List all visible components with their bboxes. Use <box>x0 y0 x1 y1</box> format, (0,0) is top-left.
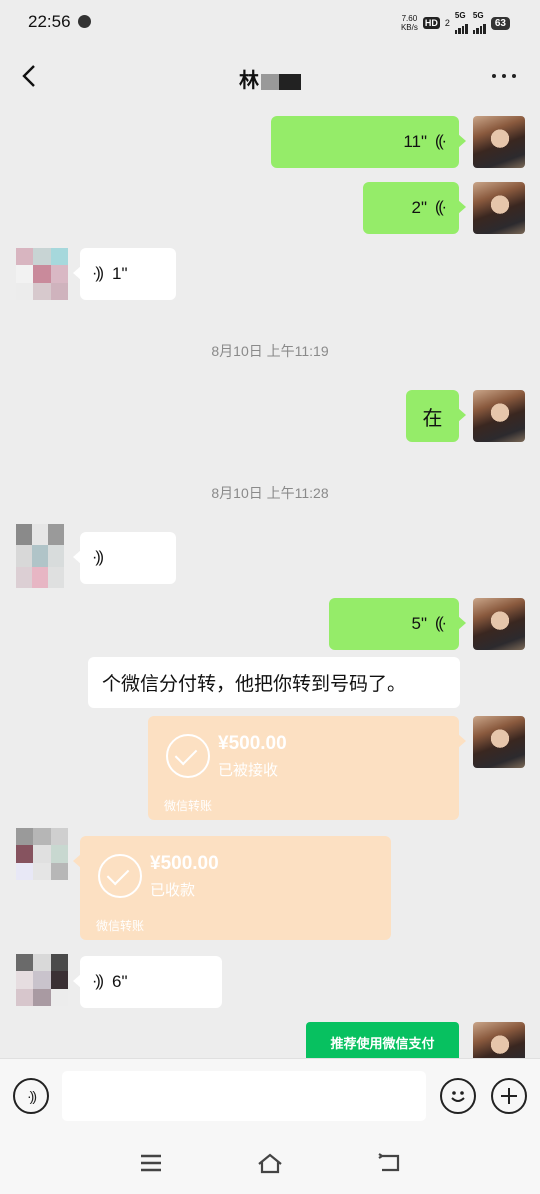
battery-icon: 63 <box>490 16 510 30</box>
avatar[interactable] <box>16 954 68 1006</box>
avatar[interactable] <box>473 1022 525 1058</box>
chat-area[interactable]: 11" ((· 2" ((· ·)) 1" 8月10日 上午11:19 在 8月… <box>0 108 540 1058</box>
system-nav-bar <box>0 1134 540 1194</box>
transfer-card-received[interactable]: ¥500.00 已收款 微信转账 <box>73 836 391 940</box>
voice-wave-icon: ·)) <box>92 265 104 282</box>
emoji-icon[interactable] <box>440 1078 476 1114</box>
voice-message-received[interactable]: ·)) 6" <box>73 956 222 1008</box>
more-horizontal-icon[interactable] <box>492 74 516 78</box>
avatar[interactable] <box>473 716 525 768</box>
voice-message-received[interactable]: ·)) <box>73 532 176 584</box>
voice-wave-icon: ((· <box>435 199 447 216</box>
page-title: 林 <box>0 64 540 93</box>
voice-message-sent[interactable]: 11" ((· <box>271 116 466 168</box>
voice-wave-icon: ((· <box>435 615 447 632</box>
avatar[interactable] <box>16 524 64 588</box>
name-mosaic <box>261 73 301 90</box>
home-icon[interactable] <box>256 1150 284 1176</box>
network-speed: 7.60 KB/s <box>400 14 418 32</box>
transfer-status: 已收款 <box>150 882 196 899</box>
avatar[interactable] <box>473 598 525 650</box>
text-message-sent[interactable]: 在 <box>406 390 466 442</box>
signal-icon <box>454 20 468 34</box>
menu-icon[interactable] <box>137 1150 165 1176</box>
voice-wave-icon: ·)) <box>92 549 104 566</box>
transfer-amount: ¥500.00 <box>218 733 287 754</box>
status-time: 22:56 <box>28 12 71 31</box>
hd-icon: HD <box>422 17 440 29</box>
signal-1: 5G <box>454 12 468 34</box>
avatar[interactable] <box>473 182 525 234</box>
status-indicators: 7.60 KB/s HD 2 5G 5G 63 <box>401 12 510 34</box>
timestamp: 8月10日 上午11:28 <box>211 485 329 501</box>
signal-icon <box>472 20 486 34</box>
hd-sub: 2 <box>444 18 450 28</box>
voice-wave-icon: ·)) <box>92 973 104 990</box>
plus-icon[interactable] <box>491 1078 527 1114</box>
signal-2: 5G <box>472 12 486 34</box>
back-nav-icon[interactable] <box>376 1150 404 1176</box>
voice-message-sent[interactable]: 5" ((· <box>329 598 466 650</box>
input-bar: ·)) <box>0 1058 540 1134</box>
avatar[interactable] <box>473 390 525 442</box>
voice-message-received[interactable]: ·)) 1" <box>73 248 176 300</box>
check-circle-icon <box>98 854 142 898</box>
voice-wave-icon: ((· <box>435 133 447 150</box>
emoji-face-icon <box>451 1091 465 1102</box>
avatar[interactable] <box>16 248 68 300</box>
notification-icon <box>78 15 91 28</box>
chat-header: 林 <box>0 44 540 108</box>
avatar[interactable] <box>16 828 68 880</box>
message-input[interactable] <box>62 1071 426 1121</box>
check-circle-icon <box>166 734 210 778</box>
transfer-status: 已被接收 <box>218 762 279 779</box>
transfer-card-sent[interactable]: ¥500.00 已被接收 微信转账 <box>148 716 466 820</box>
timestamp: 8月10日 上午11:19 <box>211 343 329 359</box>
transfer-label: 微信转账 <box>96 919 145 933</box>
transfer-amount: ¥500.00 <box>150 853 219 874</box>
transfer-label: 微信转账 <box>164 799 213 813</box>
avatar[interactable] <box>473 116 525 168</box>
status-bar: 22:56 7.60 KB/s HD 2 5G 5G 63 <box>0 0 540 44</box>
voice-icon[interactable]: ·)) <box>13 1078 49 1114</box>
text-message-received[interactable]: 个微信分付转，他把你转到号码了。 <box>88 657 460 708</box>
voice-message-sent[interactable]: 2" ((· <box>363 182 466 234</box>
pay-banner[interactable]: 推荐使用微信支付 <box>306 1022 459 1058</box>
